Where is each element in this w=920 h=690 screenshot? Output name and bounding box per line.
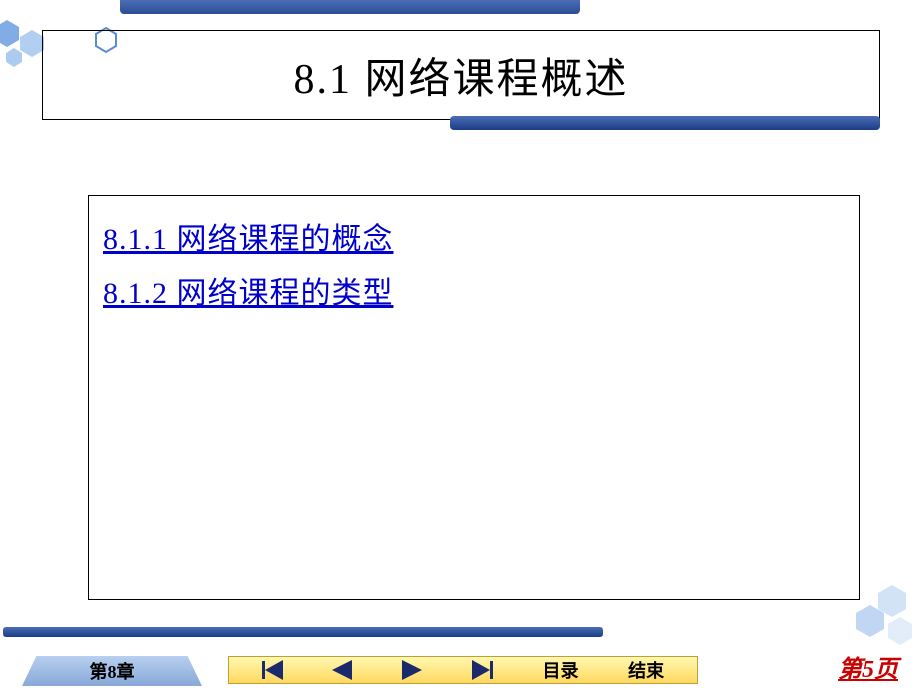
last-page-icon	[472, 660, 493, 680]
title-box: 8.1 网络课程概述	[42, 30, 880, 120]
title-underline-bar	[450, 116, 880, 130]
page-title: 8.1 网络课程概述	[293, 45, 628, 106]
top-decor-bar	[120, 0, 580, 14]
bottom-decor-bar	[3, 627, 603, 637]
section-link-8-1-1[interactable]: 8.1.1 网络课程的概念	[103, 214, 845, 258]
content-box: 8.1.1 网络课程的概念 8.1.2 网络课程的类型	[88, 195, 860, 600]
nav-next-button[interactable]	[402, 660, 422, 680]
nav-first-button[interactable]	[262, 660, 283, 680]
nav-prev-button[interactable]	[332, 660, 352, 680]
footer: 第8章 目录 结束 第5页	[0, 646, 920, 690]
nav-end-button[interactable]: 结束	[628, 657, 664, 683]
chapter-label: 第8章	[90, 658, 135, 684]
next-arrow-icon	[402, 660, 422, 680]
chapter-tab[interactable]: 第8章	[22, 656, 202, 686]
prev-arrow-icon	[332, 660, 352, 680]
page-number: 第5页	[838, 649, 898, 684]
nav-strip: 目录 结束	[228, 656, 698, 684]
nav-last-button[interactable]	[472, 660, 493, 680]
nav-toc-button[interactable]: 目录	[542, 657, 578, 683]
hexagon-decor-bottom-right	[840, 581, 920, 656]
first-page-icon	[262, 660, 283, 680]
toc-label: 目录	[542, 657, 578, 683]
section-link-8-1-2[interactable]: 8.1.2 网络课程的类型	[103, 268, 845, 312]
end-label: 结束	[628, 657, 664, 683]
